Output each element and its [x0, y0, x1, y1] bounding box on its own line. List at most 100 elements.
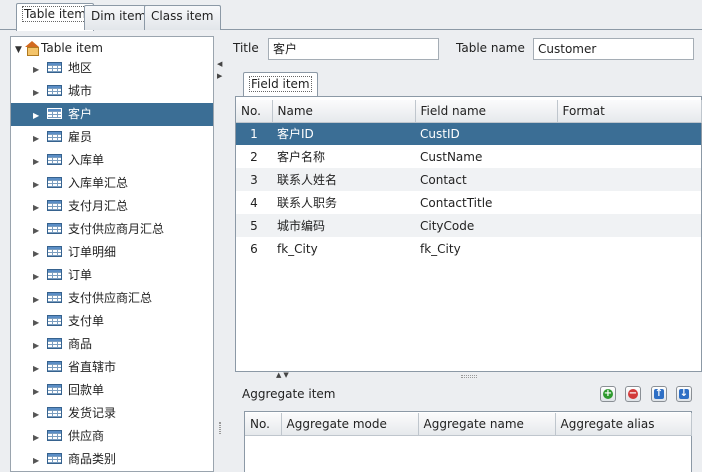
- table-name-label: Table name: [456, 41, 525, 55]
- cell-name[interactable]: 联系人姓名: [272, 168, 415, 191]
- cell-name[interactable]: 联系人职务: [272, 191, 415, 214]
- table-row-selected[interactable]: 1 客户ID CustID: [236, 122, 701, 145]
- horizontal-splitter[interactable]: ▲▼: [236, 371, 702, 381]
- column-header[interactable]: Format: [557, 100, 702, 123]
- cell-field-name[interactable]: ContactTitle: [415, 191, 557, 214]
- vertical-splitter[interactable]: ◀ ▶: [216, 32, 224, 472]
- add-button[interactable]: +: [600, 386, 616, 402]
- collapse-left-icon[interactable]: ◀: [217, 60, 222, 68]
- table-row[interactable]: 3 联系人姓名 Contact: [236, 168, 701, 191]
- table-row[interactable]: 6 fk_City fk_City: [236, 237, 701, 260]
- column-header[interactable]: Name: [272, 100, 416, 123]
- expand-arrow-icon[interactable]: ▶: [33, 242, 47, 265]
- tree-item[interactable]: ▶ 支付月汇总: [11, 195, 213, 218]
- column-header[interactable]: Field name: [415, 100, 558, 123]
- expand-arrow-icon[interactable]: ▶: [33, 219, 47, 242]
- cell-field-name[interactable]: Contact: [415, 168, 557, 191]
- tree-item[interactable]: ▶ 地区: [11, 57, 213, 80]
- table-row[interactable]: 4 联系人职务 ContactTitle: [236, 191, 701, 214]
- minus-icon: −: [628, 388, 638, 399]
- expand-arrow-icon[interactable]: ▶: [33, 150, 47, 173]
- cell-format[interactable]: [557, 122, 701, 145]
- column-header[interactable]: No.: [236, 100, 273, 123]
- tab-dim-item[interactable]: Dim item: [84, 5, 154, 30]
- splitter-grip[interactable]: [461, 375, 477, 378]
- tree-item[interactable]: ▶ 入库单: [11, 149, 213, 172]
- table-name-input[interactable]: Customer: [533, 38, 694, 60]
- tree-item[interactable]: ▶ 订单: [11, 264, 213, 287]
- expand-arrow-icon[interactable]: ▶: [33, 265, 47, 288]
- tree-item[interactable]: ▶ 支付供应商月汇总: [11, 218, 213, 241]
- tree-item[interactable]: ▶ 入库单汇总: [11, 172, 213, 195]
- expand-right-icon[interactable]: ▶: [217, 72, 222, 80]
- tree-item-label: 供应商: [68, 429, 105, 443]
- tree-item-label: 订单明细: [68, 245, 117, 259]
- tree-item[interactable]: ▶ 雇员: [11, 126, 213, 149]
- splitter-grip[interactable]: [219, 422, 221, 434]
- table-tree[interactable]: ▼ Table item ▶ 地区 ▶ 城市 ▶ 客户 ▶ 雇员 ▶ 入库单 ▶ 入库单汇总 …: [10, 36, 214, 472]
- tree-item-label: 入库单汇总: [68, 176, 129, 190]
- tree-item[interactable]: ▶ 商品类别: [11, 448, 213, 471]
- title-input[interactable]: 客户: [268, 38, 439, 60]
- tree-item[interactable]: ▶ 商品: [11, 333, 213, 356]
- split-arrows-icon[interactable]: ▲▼: [276, 371, 291, 379]
- tab-class-item[interactable]: Class item: [144, 5, 221, 30]
- tree-item[interactable]: ▶ 城市: [11, 80, 213, 103]
- tree-item-label: 雇员: [68, 130, 93, 144]
- column-header[interactable]: Aggregate name: [418, 413, 556, 436]
- expand-arrow-icon[interactable]: ▶: [33, 403, 47, 426]
- tree-item[interactable]: ▶ 发货记录: [11, 402, 213, 425]
- cell-field-name[interactable]: CustName: [415, 145, 557, 168]
- tree-item[interactable]: ▶ 回款单: [11, 379, 213, 402]
- expand-arrow-icon[interactable]: ▶: [33, 58, 47, 81]
- expand-arrow-icon[interactable]: ▶: [33, 288, 47, 311]
- column-header[interactable]: Aggregate mode: [281, 413, 419, 436]
- plus-icon: +: [603, 388, 613, 399]
- cell-format[interactable]: [557, 145, 701, 168]
- move-up-button[interactable]: ↑: [651, 386, 667, 402]
- table-icon: [47, 131, 62, 142]
- cell-format[interactable]: [557, 237, 701, 260]
- column-header[interactable]: No.: [245, 413, 282, 436]
- tab-table-item[interactable]: Table item: [16, 3, 94, 31]
- expand-arrow-icon[interactable]: ▶: [33, 104, 47, 127]
- expand-arrow-icon[interactable]: ▶: [33, 173, 47, 196]
- tree-root[interactable]: ▼ Table item: [15, 40, 103, 56]
- cell-field-name[interactable]: fk_City: [415, 237, 557, 260]
- tree-item-label: 支付月汇总: [68, 199, 129, 213]
- collapse-arrow-icon[interactable]: ▼: [15, 42, 25, 58]
- table-row[interactable]: 2 客户名称 CustName: [236, 145, 701, 168]
- tree-item[interactable]: ▶ 省直辖市: [11, 356, 213, 379]
- expand-arrow-icon[interactable]: ▶: [33, 380, 47, 403]
- table-row[interactable]: 5 城市编码 CityCode: [236, 214, 701, 237]
- tree-item[interactable]: ▶ 支付单: [11, 310, 213, 333]
- tree-item[interactable]: ▶ 支付供应商汇总: [11, 287, 213, 310]
- cell-format[interactable]: [557, 168, 701, 191]
- cell-field-name[interactable]: CityCode: [415, 214, 557, 237]
- cell-name[interactable]: 客户ID: [272, 122, 415, 145]
- expand-arrow-icon[interactable]: ▶: [33, 196, 47, 219]
- remove-button[interactable]: −: [625, 386, 641, 402]
- tree-item[interactable]: ▶ 供应商: [11, 425, 213, 448]
- cell-format[interactable]: [557, 214, 701, 237]
- expand-arrow-icon[interactable]: ▶: [33, 334, 47, 357]
- expand-arrow-icon[interactable]: ▶: [33, 426, 47, 449]
- cell-format[interactable]: [557, 191, 701, 214]
- arrow-up-icon: ↑: [654, 388, 664, 399]
- column-header[interactable]: Aggregate alias: [555, 413, 692, 436]
- expand-arrow-icon[interactable]: ▶: [33, 127, 47, 150]
- expand-arrow-icon[interactable]: ▶: [33, 311, 47, 334]
- tab-field-item[interactable]: Field item: [243, 72, 318, 97]
- expand-arrow-icon[interactable]: ▶: [33, 81, 47, 104]
- tree-item-label: 支付单: [68, 314, 105, 328]
- cell-name[interactable]: 客户名称: [272, 145, 415, 168]
- tree-item-selected[interactable]: ▶ 客户: [11, 103, 213, 126]
- tree-item-label: 商品: [68, 337, 93, 351]
- move-down-button[interactable]: ↓: [676, 386, 692, 402]
- cell-name[interactable]: 城市编码: [272, 214, 415, 237]
- expand-arrow-icon[interactable]: ▶: [33, 357, 47, 380]
- cell-name[interactable]: fk_City: [272, 237, 415, 260]
- cell-field-name[interactable]: CustID: [415, 122, 557, 145]
- expand-arrow-icon[interactable]: ▶: [33, 449, 47, 471]
- tree-item[interactable]: ▶ 订单明细: [11, 241, 213, 264]
